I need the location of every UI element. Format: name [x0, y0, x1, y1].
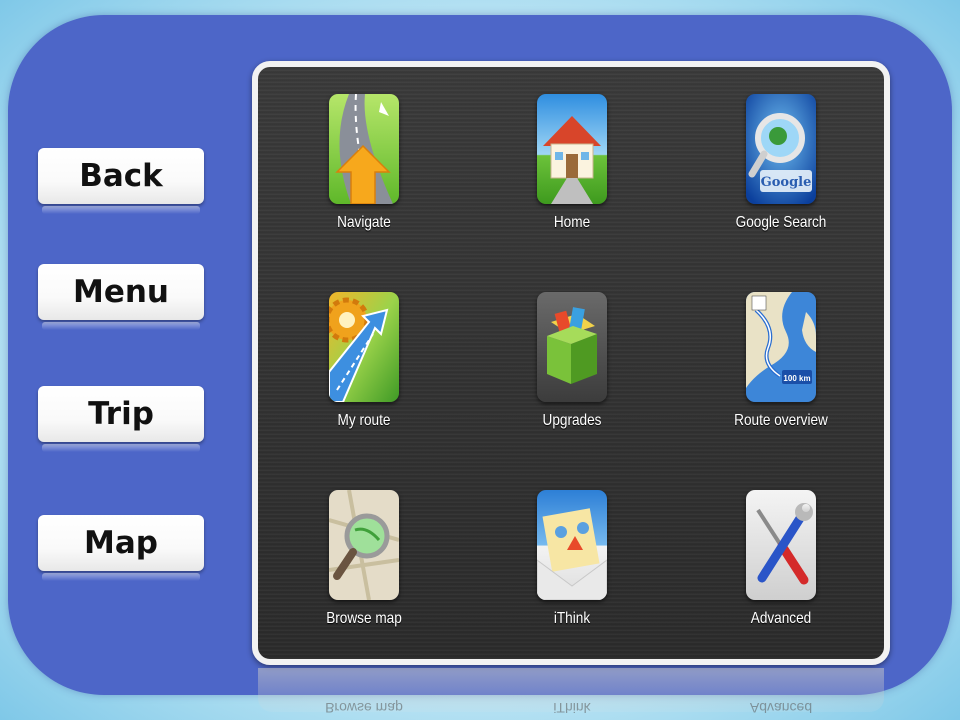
route-overview-map-icon: 100 km	[746, 292, 816, 402]
distance-icon-text: 100 km	[783, 374, 810, 383]
map-button-label: Map	[84, 525, 158, 561]
back-button-label: Back	[79, 158, 163, 194]
advanced-label: Advanced	[750, 610, 812, 627]
browse-map-label: Browse map	[326, 610, 402, 627]
upgrades-app[interactable]: Upgrades	[507, 292, 637, 442]
home-app[interactable]: Home	[507, 94, 637, 244]
browse-map-magnifier-icon	[329, 490, 399, 600]
advanced-app[interactable]: Advanced	[716, 490, 846, 640]
menu-button[interactable]: Menu	[38, 264, 204, 330]
my-route-gear-icon	[329, 292, 399, 402]
map-button[interactable]: Map	[38, 515, 204, 581]
google-icon-text: Google	[761, 175, 812, 190]
browse-map-app[interactable]: Browse map	[299, 490, 429, 640]
button-reflection	[42, 322, 200, 330]
google-search-app[interactable]: Google Google Search	[716, 94, 846, 244]
trip-button-label: Trip	[88, 396, 154, 432]
back-button[interactable]: Back	[38, 148, 204, 214]
my-route-label: My route	[337, 412, 391, 429]
google-search-magnifier-icon: Google	[746, 94, 816, 204]
navigate-road-icon	[329, 94, 399, 204]
upgrades-label: Upgrades	[542, 412, 602, 429]
google-search-label: Google Search	[735, 214, 827, 231]
ithink-app[interactable]: iThink	[507, 490, 637, 640]
button-reflection	[42, 206, 200, 214]
navigate-label: Navigate	[337, 214, 391, 231]
button-reflection	[42, 573, 200, 581]
button-reflection	[42, 444, 200, 452]
home-house-icon	[537, 94, 607, 204]
route-overview-app[interactable]: 100 km Route overview	[716, 292, 846, 442]
home-label: Home	[553, 214, 591, 231]
menu-button-label: Menu	[72, 274, 169, 310]
route-overview-label: Route overview	[734, 412, 828, 429]
upgrades-box-icon	[537, 292, 607, 402]
advanced-tools-icon	[746, 490, 816, 600]
my-route-app[interactable]: My route	[299, 292, 429, 442]
ithink-envelope-icon	[537, 490, 607, 600]
trip-button[interactable]: Trip	[38, 386, 204, 452]
reflection-label: Advanced	[749, 700, 813, 716]
reflection-label: iThink	[553, 700, 591, 716]
ithink-label: iThink	[553, 610, 591, 627]
reflection-label: Browse map	[325, 700, 403, 716]
navigate-app[interactable]: Navigate	[299, 94, 429, 244]
